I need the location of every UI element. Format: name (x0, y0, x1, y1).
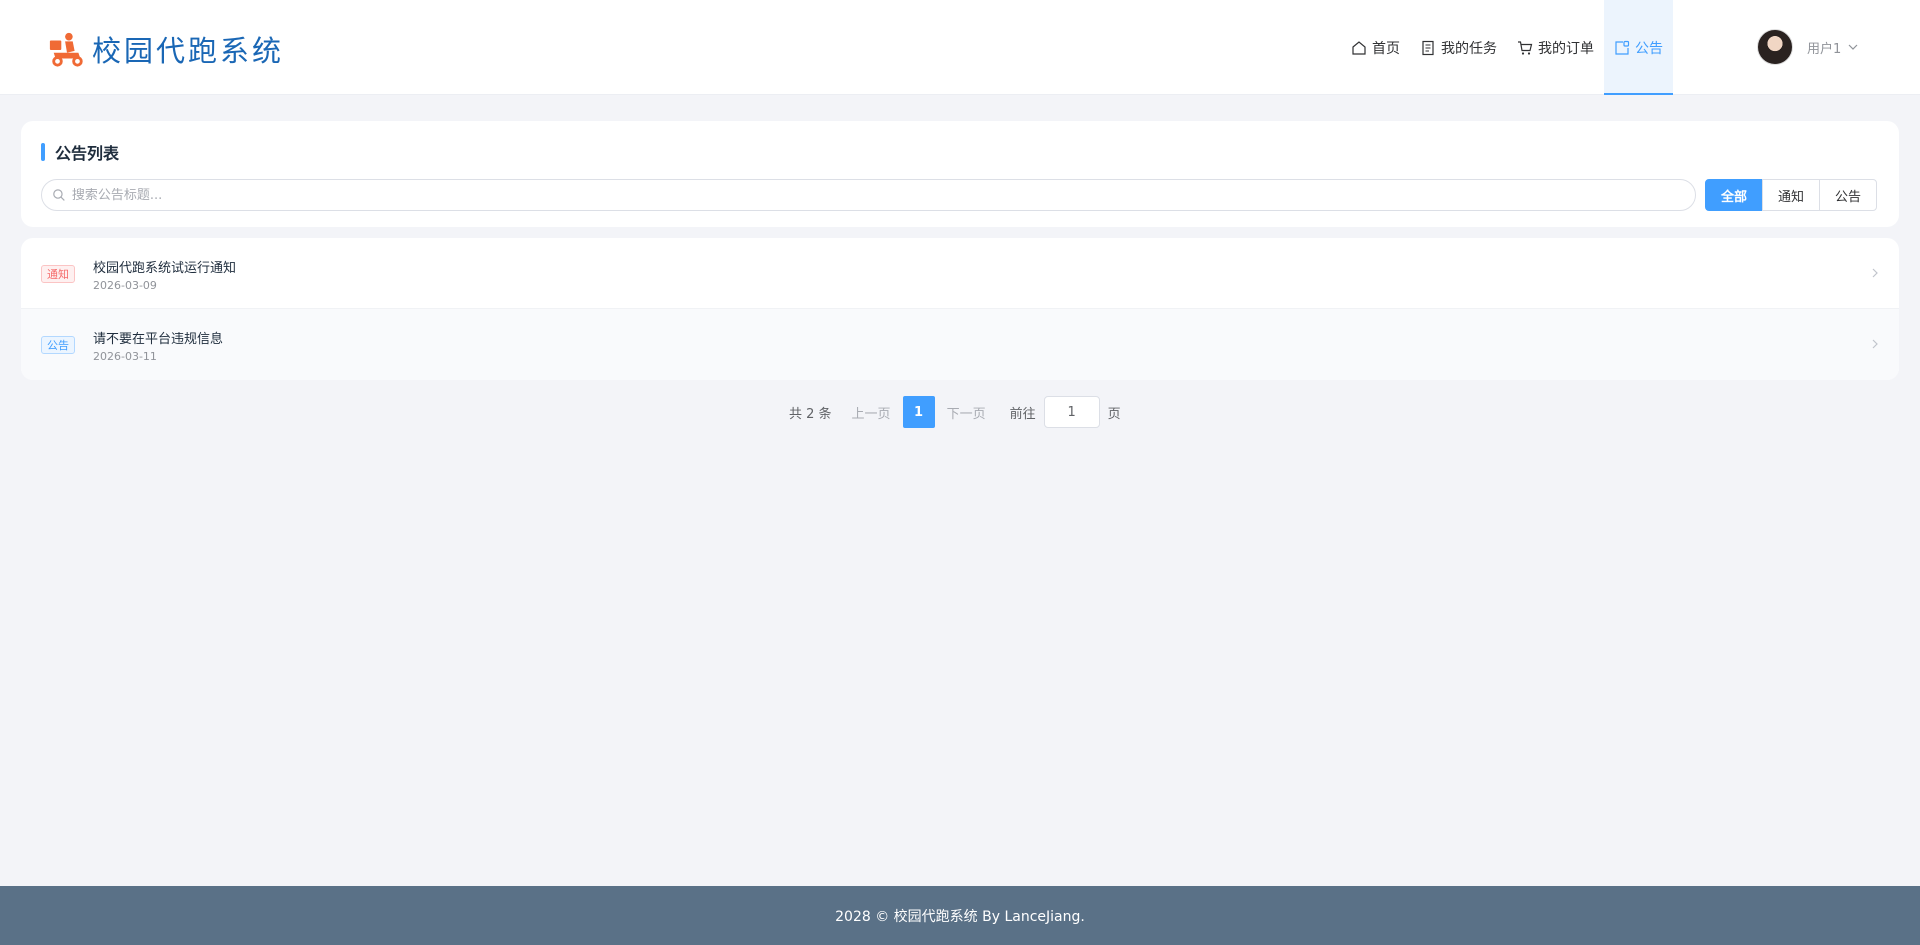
goto-page-input[interactable] (1043, 396, 1100, 428)
prev-page-button[interactable]: 上一页 (852, 403, 891, 422)
page-footer: 2028 © 校园代跑系统 By LanceJiang. (0, 886, 1920, 945)
nav-item-announcements[interactable]: 公告 (1604, 0, 1673, 95)
nav-item-my-tasks[interactable]: 我的任务 (1410, 0, 1507, 95)
next-page-button[interactable]: 下一页 (947, 403, 986, 422)
section-title-text: 公告列表 (55, 144, 120, 163)
notice-tag: 通知 (41, 265, 75, 283)
chevron-down-icon (1848, 44, 1858, 50)
announcement-list: 通知 校园代跑系统试运行通知 2026-03-09 公告 请不要在平台违规信息 … (21, 238, 1899, 380)
search-box[interactable] (41, 179, 1696, 211)
page-unit-label: 页 (1107, 406, 1121, 422)
filter-all-button[interactable]: 全部 (1705, 179, 1764, 211)
avatar[interactable] (1757, 29, 1793, 65)
list-item[interactable]: 公告 请不要在平台违规信息 2026-03-11 (21, 309, 1899, 380)
pagination: 共 2 条 上一页 1 下一页 前往 页 (789, 396, 1121, 428)
nav-item-my-orders[interactable]: 我的订单 (1507, 0, 1604, 95)
filter-notice-button[interactable]: 通知 (1762, 179, 1821, 211)
chevron-right-icon (1872, 339, 1878, 349)
search-input[interactable] (71, 187, 1695, 203)
announcement-tag: 公告 (41, 336, 75, 354)
user-menu[interactable]: 用户1 (1757, 29, 1859, 65)
nav-label-my-tasks: 我的任务 (1441, 40, 1497, 57)
goto-label: 前往 (1009, 406, 1036, 422)
document-icon (1422, 40, 1434, 55)
nav-item-home[interactable]: 首页 (1341, 0, 1410, 95)
nav-label-announcements: 公告 (1635, 40, 1663, 57)
cart-icon (1518, 40, 1533, 55)
search-icon (53, 189, 65, 201)
announcement-date: 2026-03-11 (93, 350, 157, 363)
chevron-right-icon (1872, 268, 1878, 278)
page-number-button[interactable]: 1 (902, 396, 935, 428)
footer-copyright: 2028 © 校园代跑系统 By LanceJiang. (835, 908, 1085, 925)
category-filter: 全部 通知 公告 (1705, 179, 1878, 211)
title-accent-bar (41, 143, 45, 161)
announcement-title: 校园代跑系统试运行通知 (93, 261, 237, 276)
filter-announcement-button[interactable]: 公告 (1819, 179, 1878, 211)
announcement-filter-card: 公告列表 全部 通知 公告 (21, 121, 1899, 227)
home-icon (1352, 40, 1366, 55)
app-logo[interactable]: 校园代跑系统 (48, 28, 284, 70)
announcement-title: 请不要在平台违规信息 (93, 332, 224, 347)
top-header: 校园代跑系统 首页 我的任务 我的订单 公告 用户1 (0, 0, 1920, 95)
section-title: 公告列表 (41, 142, 120, 163)
nav-label-my-orders: 我的订单 (1538, 40, 1594, 57)
main-nav: 首页 我的任务 我的订单 公告 (1341, 0, 1673, 95)
announcement-icon (1615, 40, 1630, 55)
nav-label-home: 首页 (1372, 40, 1400, 57)
delivery-scooter-icon (49, 32, 83, 67)
announcement-date: 2026-03-09 (93, 279, 157, 292)
list-item[interactable]: 通知 校园代跑系统试运行通知 2026-03-09 (21, 238, 1899, 309)
app-title: 校园代跑系统 (92, 34, 285, 68)
user-name: 用户1 (1807, 41, 1842, 57)
pagination-total: 共 2 条 (789, 406, 832, 422)
